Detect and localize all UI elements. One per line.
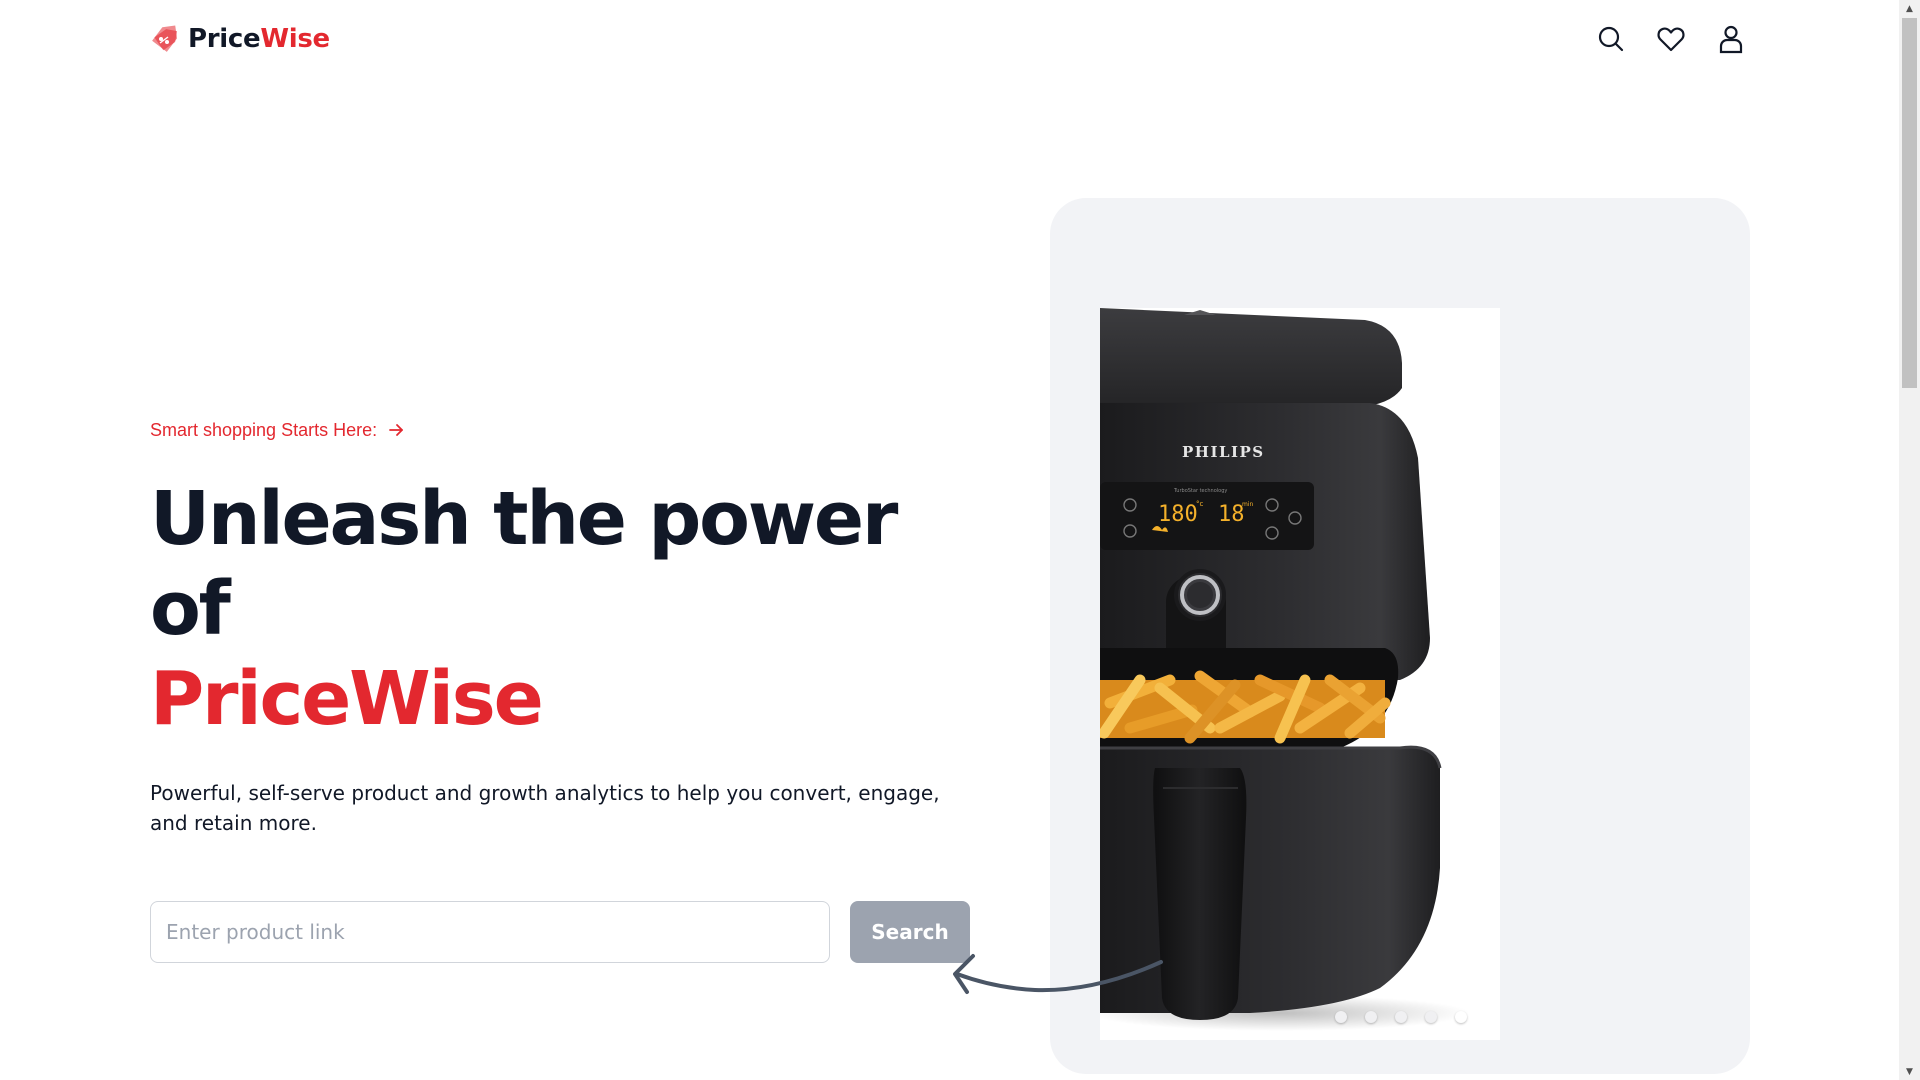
price-tag-icon xyxy=(152,25,178,52)
product-link-input[interactable] xyxy=(150,901,830,963)
search-icon[interactable] xyxy=(1596,22,1626,56)
fries xyxy=(1100,670,1391,744)
user-icon[interactable] xyxy=(1716,22,1746,56)
carousel-dot-5[interactable] xyxy=(1455,1011,1467,1023)
headline-text: Unleash the power of xyxy=(150,476,898,652)
carousel-dots xyxy=(1335,1011,1467,1023)
brand-name: PriceWise xyxy=(188,22,330,56)
navbar: PriceWise xyxy=(0,0,1900,78)
scroll-down-icon[interactable]: ▼ xyxy=(1899,1063,1920,1080)
display-time: 18 xyxy=(1218,502,1245,527)
display-temperature: 180 xyxy=(1158,502,1198,527)
brand-name-part1: Price xyxy=(188,24,261,54)
carousel-dot-2[interactable] xyxy=(1365,1011,1377,1023)
carousel-dot-3[interactable] xyxy=(1395,1011,1407,1023)
hero-section: Smart shopping Starts Here: Unleash the … xyxy=(150,412,980,963)
hero-headline: Unleash the power of PriceWise xyxy=(150,474,980,744)
search-form: Search xyxy=(150,901,980,963)
nav-icons xyxy=(1596,22,1746,56)
brand-name-part2: Wise xyxy=(260,24,330,54)
display-temp-unit: °c xyxy=(1196,500,1204,508)
hero-subtext: Powerful, self-serve product and growth … xyxy=(150,781,940,835)
scrollbar-thumb[interactable] xyxy=(1902,18,1917,388)
heart-icon[interactable] xyxy=(1656,22,1686,56)
product-brand-label: PHILIPS xyxy=(1182,443,1265,461)
display-time-unit: min xyxy=(1242,501,1254,508)
arrow-right-icon xyxy=(389,424,404,436)
carousel-dot-1[interactable] xyxy=(1335,1011,1347,1023)
product-carousel: PHILIPS TurboStar technology 180 °c 18 m… xyxy=(1050,198,1750,1074)
product-image: PHILIPS TurboStar technology 180 °c 18 m… xyxy=(1100,308,1500,1040)
air-fryer-illustration: PHILIPS TurboStar technology 180 °c 18 m… xyxy=(1100,308,1470,1031)
brand-logo[interactable]: PriceWise xyxy=(150,22,330,56)
curved-arrow-icon xyxy=(953,954,1163,994)
headline-accent: PriceWise xyxy=(150,656,544,742)
carousel-dot-4[interactable] xyxy=(1425,1011,1437,1023)
page-scrollbar[interactable]: ▲ ▼ xyxy=(1899,0,1920,1080)
tagline-text: Smart shopping Starts Here: xyxy=(150,420,378,440)
scroll-up-icon[interactable]: ▲ xyxy=(1899,0,1920,17)
display-caption: TurboStar technology xyxy=(1173,488,1227,494)
tagline: Smart shopping Starts Here: xyxy=(150,412,980,448)
